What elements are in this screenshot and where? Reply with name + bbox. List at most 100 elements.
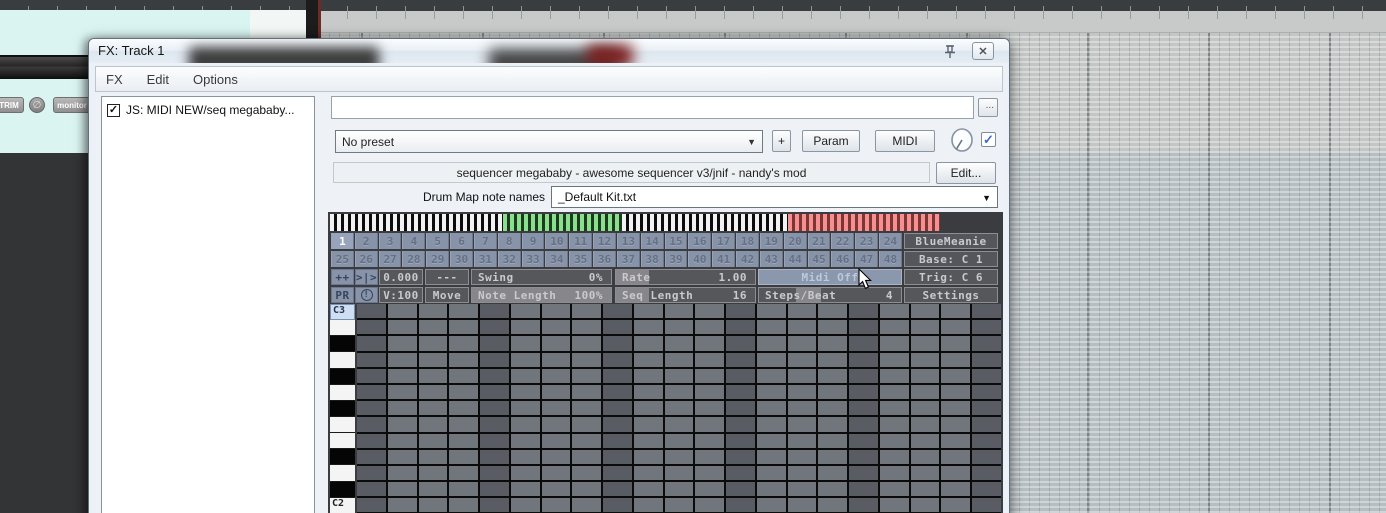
control-steps-beat[interactable]: Steps/Beat 4 (758, 287, 902, 303)
grid-cell[interactable] (879, 465, 909, 481)
grid-cell[interactable] (541, 433, 571, 448)
grid-cell[interactable] (418, 401, 448, 416)
grid-cell[interactable] (879, 352, 909, 367)
fx-name-field[interactable] (331, 96, 974, 119)
grid-cell[interactable] (695, 304, 725, 319)
close-button[interactable]: ✕ (972, 42, 994, 60)
grid-cell[interactable] (541, 352, 571, 367)
grid-cell[interactable] (480, 433, 509, 448)
menu-fx[interactable]: FX (106, 72, 123, 87)
control-trig-c-6[interactable]: Trig: C 6 (904, 269, 998, 285)
grid-cell[interactable] (941, 482, 971, 497)
step-cell-45[interactable]: 45 (807, 251, 831, 267)
grid-cell[interactable] (664, 384, 694, 400)
grid-cell[interactable] (756, 368, 786, 383)
grid-cell[interactable] (387, 401, 417, 416)
grid-cell[interactable] (664, 465, 694, 481)
grid-cell[interactable] (695, 433, 725, 448)
grid-cell[interactable] (941, 336, 971, 351)
grid-cell[interactable] (664, 336, 694, 351)
grid-cell[interactable] (787, 352, 817, 367)
control-midi-off[interactable]: Midi Off (758, 269, 902, 285)
grid-cell[interactable] (449, 304, 479, 319)
grid-cell[interactable] (972, 401, 1001, 416)
grid-cell[interactable] (695, 320, 725, 335)
grid-cell[interactable] (664, 482, 694, 497)
grid-cell[interactable] (387, 417, 417, 432)
grid-cell[interactable] (756, 352, 786, 367)
grid-cell[interactable] (695, 401, 725, 416)
step-cell-30[interactable]: 30 (450, 251, 473, 267)
grid-cell[interactable] (603, 401, 632, 416)
step-cell-43[interactable]: 43 (759, 251, 783, 267)
grid-cell[interactable] (633, 320, 663, 335)
grid-cell[interactable] (941, 498, 971, 513)
grid-cell[interactable] (726, 384, 755, 400)
grid-cell[interactable] (633, 482, 663, 497)
grid-cell[interactable] (818, 433, 848, 448)
grid-cell[interactable] (849, 352, 878, 367)
step-cell-47[interactable]: 47 (855, 251, 879, 267)
grid-cell[interactable] (357, 433, 386, 448)
grid-cell[interactable] (572, 465, 602, 481)
step-cell-6[interactable]: 6 (450, 233, 473, 249)
step-cell-17[interactable]: 17 (712, 233, 736, 249)
step-cell-41[interactable]: 41 (712, 251, 736, 267)
grid-cell[interactable] (387, 449, 417, 464)
grid-cell[interactable] (418, 482, 448, 497)
grid-cell[interactable] (756, 498, 786, 513)
grid-cell[interactable] (941, 304, 971, 319)
sequencer-grid[interactable] (357, 304, 1001, 513)
grid-cell[interactable] (726, 433, 755, 448)
grid-cell[interactable] (418, 336, 448, 351)
fx-chain-list[interactable]: ✓ JS: MIDI NEW/seq megababy... (101, 96, 315, 513)
grid-cell[interactable] (541, 401, 571, 416)
grid-cell[interactable] (910, 384, 940, 400)
grid-cell[interactable] (572, 433, 602, 448)
grid-cell[interactable] (910, 336, 940, 351)
grid-cell[interactable] (787, 336, 817, 351)
step-cell-39[interactable]: 39 (664, 251, 688, 267)
grid-cell[interactable] (726, 401, 755, 416)
step-cell-34[interactable]: 34 (545, 251, 569, 267)
midi-button[interactable]: MIDI (875, 130, 935, 152)
grid-cell[interactable] (664, 352, 694, 367)
grid-cell[interactable] (572, 368, 602, 383)
grid-cell[interactable] (787, 368, 817, 383)
grid-cell[interactable] (910, 498, 940, 513)
grid-cell[interactable] (726, 304, 755, 319)
strip-segment-normal[interactable] (622, 214, 788, 231)
grid-cell[interactable] (541, 304, 571, 319)
step-cell-36[interactable]: 36 (593, 251, 616, 267)
grid-cell[interactable] (387, 465, 417, 481)
grid-cell[interactable] (849, 401, 878, 416)
grid-cell[interactable] (941, 401, 971, 416)
step-cell-1[interactable]: 1 (331, 233, 354, 249)
grid-cell[interactable] (849, 384, 878, 400)
grid-cell[interactable] (879, 417, 909, 432)
grid-cell[interactable] (603, 498, 632, 513)
step-cell-35[interactable]: 35 (569, 251, 593, 267)
grid-cell[interactable] (633, 304, 663, 319)
grid-cell[interactable] (480, 417, 509, 432)
control--[interactable]: >|> (355, 269, 378, 285)
grid-cell[interactable] (357, 417, 386, 432)
piano-key-d2[interactable] (330, 465, 355, 482)
step-cell-31[interactable]: 31 (473, 251, 497, 267)
grid-cell[interactable] (756, 401, 786, 416)
grid-cell[interactable] (633, 433, 663, 448)
grid-cell[interactable] (818, 449, 848, 464)
grid-cell[interactable] (357, 498, 386, 513)
grid-cell[interactable] (603, 352, 632, 367)
grid-cell[interactable] (879, 384, 909, 400)
grid-cell[interactable] (541, 482, 571, 497)
piano-key-fs2[interactable] (330, 400, 355, 417)
grid-cell[interactable] (480, 449, 509, 464)
grid-cell[interactable] (572, 384, 602, 400)
grid-cell[interactable] (972, 449, 1001, 464)
grid-cell[interactable] (541, 336, 571, 351)
grid-cell[interactable] (572, 417, 602, 432)
step-cell-24[interactable]: 24 (879, 233, 902, 249)
grid-cell[interactable] (357, 465, 386, 481)
grid-cell[interactable] (603, 368, 632, 383)
